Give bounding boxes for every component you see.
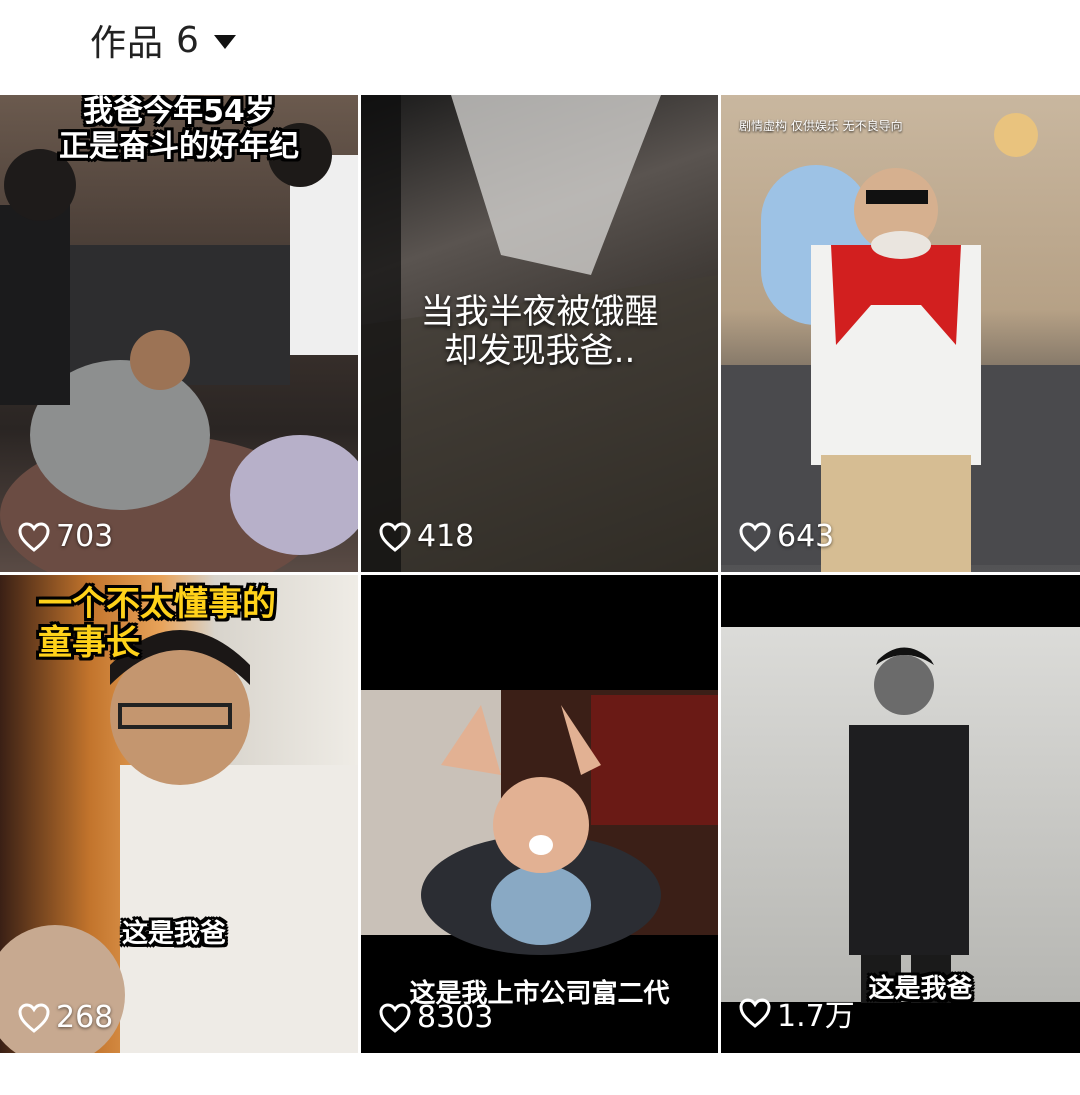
heart-icon bbox=[739, 998, 771, 1028]
heart-icon bbox=[739, 521, 771, 552]
like-count: 418 bbox=[379, 519, 474, 554]
video-thumbnail-5[interactable]: 这是我上市公司富二代 8303 bbox=[361, 575, 718, 1053]
heart-icon bbox=[379, 1002, 411, 1033]
like-count-value: 418 bbox=[417, 519, 475, 554]
video-caption: 我爸今年54岁 正是奋斗的好年纪 bbox=[59, 95, 299, 164]
video-caption: 当我半夜被饿醒 却发现我爸.. bbox=[420, 292, 659, 372]
heart-icon bbox=[379, 521, 411, 552]
scene-illustration bbox=[0, 123, 358, 572]
works-count: 6 bbox=[176, 19, 199, 61]
heart-icon bbox=[18, 521, 50, 552]
like-count: 1.7万 bbox=[739, 991, 855, 1035]
caret-down-icon bbox=[213, 35, 236, 49]
like-count: 703 bbox=[18, 519, 113, 554]
works-label: 作品 bbox=[90, 23, 165, 64]
works-tab-dropdown[interactable]: 作品 6 bbox=[90, 14, 237, 66]
video-caption: 一个不太懂事的 童事长 bbox=[38, 584, 276, 664]
video-thumbnail-2[interactable]: 当我半夜被饿醒 却发现我爸.. 418 bbox=[361, 95, 718, 572]
like-count-value: 703 bbox=[56, 519, 114, 554]
video-subcaption: 这是我爸 bbox=[121, 919, 226, 949]
scene-illustration bbox=[721, 113, 1080, 572]
video-thumbnail-6[interactable]: 这是我爸 1.7万 bbox=[721, 575, 1080, 1053]
like-count-value: 8303 bbox=[417, 1000, 494, 1035]
like-count-value: 1.7万 bbox=[777, 999, 855, 1034]
like-count-value: 643 bbox=[777, 519, 835, 554]
disclaimer-text: 剧情虚构 仅供娱乐 无不良导向 bbox=[739, 119, 903, 133]
video-thumbnail-3[interactable]: 剧情虚构 仅供娱乐 无不良导向 643 bbox=[721, 95, 1080, 572]
like-count: 643 bbox=[739, 519, 834, 554]
like-count: 8303 bbox=[379, 1000, 493, 1035]
like-count: 268 bbox=[18, 1000, 113, 1035]
video-grid: 我爸今年54岁 正是奋斗的好年纪 703 当我半夜被饿醒 却发现我爸.. 418 bbox=[0, 95, 1080, 1053]
works-header: 作品 6 bbox=[0, 0, 1080, 88]
video-thumbnail-1[interactable]: 我爸今年54岁 正是奋斗的好年纪 703 bbox=[0, 95, 358, 572]
video-thumbnail-4[interactable]: 一个不太懂事的 童事长 这是我爸 268 bbox=[0, 575, 358, 1053]
heart-icon bbox=[18, 1002, 50, 1033]
like-count-value: 268 bbox=[56, 1000, 114, 1035]
